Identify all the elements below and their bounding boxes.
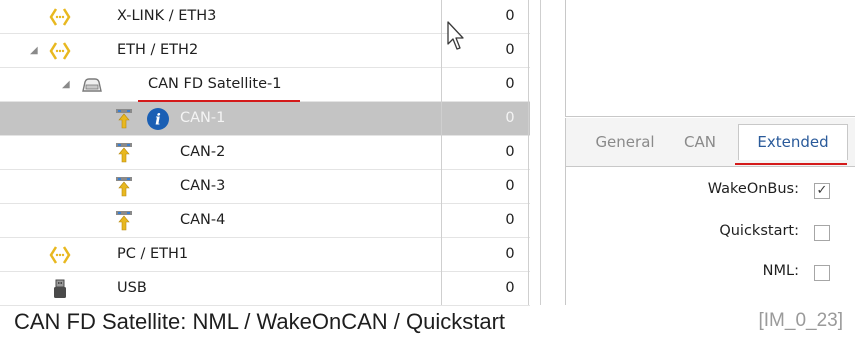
annotation-underline [735, 163, 847, 165]
can-channel-icon [116, 109, 132, 129]
ethernet-port-icon [49, 8, 71, 26]
can-channel-icon [116, 177, 132, 197]
nml-checkbox[interactable] [814, 265, 830, 281]
can-channel-icon [116, 211, 132, 231]
tree-row-can-2[interactable]: CAN-2 0 [0, 136, 530, 170]
tree-row-label: USB [117, 280, 147, 296]
ethernet-port-icon [49, 246, 71, 264]
info-icon: i [147, 108, 169, 130]
tree-row-label: ETH / ETH2 [117, 42, 199, 58]
tree-row-value: 0 [505, 246, 515, 262]
panel-splitter[interactable] [540, 0, 541, 305]
tree-row-value: 0 [505, 42, 515, 58]
tree-row-label: PC / ETH1 [117, 246, 189, 262]
tree-row-label: CAN-4 [180, 212, 226, 228]
tab-general[interactable]: General [586, 126, 664, 158]
wakeonbus-label: WakeOnBus: [707, 181, 799, 197]
usb-icon [54, 279, 66, 298]
nml-label: NML: [762, 263, 799, 279]
svg-text:i: i [155, 111, 161, 129]
tree-row-usb[interactable]: USB 0 [0, 272, 530, 306]
tree-row-value: 0 [505, 178, 515, 194]
tree-row-can-4[interactable]: CAN-4 0 [0, 204, 530, 238]
tree-row-pc-eth1[interactable]: PC / ETH1 0 [0, 238, 530, 272]
tab-extended[interactable]: Extended [738, 124, 848, 160]
properties-tabbar: General CAN Extended [565, 118, 855, 166]
column-divider[interactable] [441, 0, 442, 305]
tree-row-value: 0 [505, 76, 515, 92]
tree-row-value: 0 [505, 212, 515, 228]
expand-arrow-icon[interactable]: ◢ [30, 45, 38, 56]
tree-row-label: CAN-2 [180, 144, 226, 160]
tree-row-value: 0 [505, 110, 515, 126]
can-channel-icon [116, 143, 132, 163]
properties-panel: WakeOnBus: ✓ Quickstart: NML: [565, 166, 855, 305]
figure-caption: CAN FD Satellite: NML / WakeOnCAN / Quic… [14, 309, 506, 334]
expand-arrow-icon[interactable]: ◢ [62, 79, 70, 90]
figure-reference: [IM_0_23] [758, 310, 844, 331]
satellite-device-icon [82, 78, 102, 92]
annotation-underline [138, 100, 300, 102]
tab-can[interactable]: CAN [674, 126, 726, 158]
tree-row-label: CAN-1 [180, 110, 226, 126]
mouse-pointer-icon [447, 21, 464, 50]
tree-row-can-3[interactable]: CAN-3 0 [0, 170, 530, 204]
quickstart-checkbox[interactable] [814, 225, 830, 241]
tree-row-can-fd-satellite[interactable]: ◢ CAN FD Satellite-1 0 [0, 68, 530, 102]
tree-row-label: CAN FD Satellite-1 [148, 76, 282, 92]
tree-row-value: 0 [505, 144, 515, 160]
detail-panel-top [565, 0, 855, 117]
tree-row-can-1[interactable]: i CAN-1 0 [0, 102, 530, 136]
channel-tree: X-LINK / ETH3 0 ◢ ETH / ETH2 0 ◢ CAN FD … [0, 0, 541, 306]
ethernet-port-icon [49, 42, 71, 60]
tree-row-label: CAN-3 [180, 178, 226, 194]
tree-row-value: 0 [505, 8, 515, 24]
tree-row-value: 0 [505, 280, 515, 296]
wakeonbus-checkbox[interactable]: ✓ [814, 183, 830, 199]
tree-row-label: X-LINK / ETH3 [117, 8, 217, 24]
column-divider [528, 0, 529, 305]
quickstart-label: Quickstart: [719, 223, 799, 239]
